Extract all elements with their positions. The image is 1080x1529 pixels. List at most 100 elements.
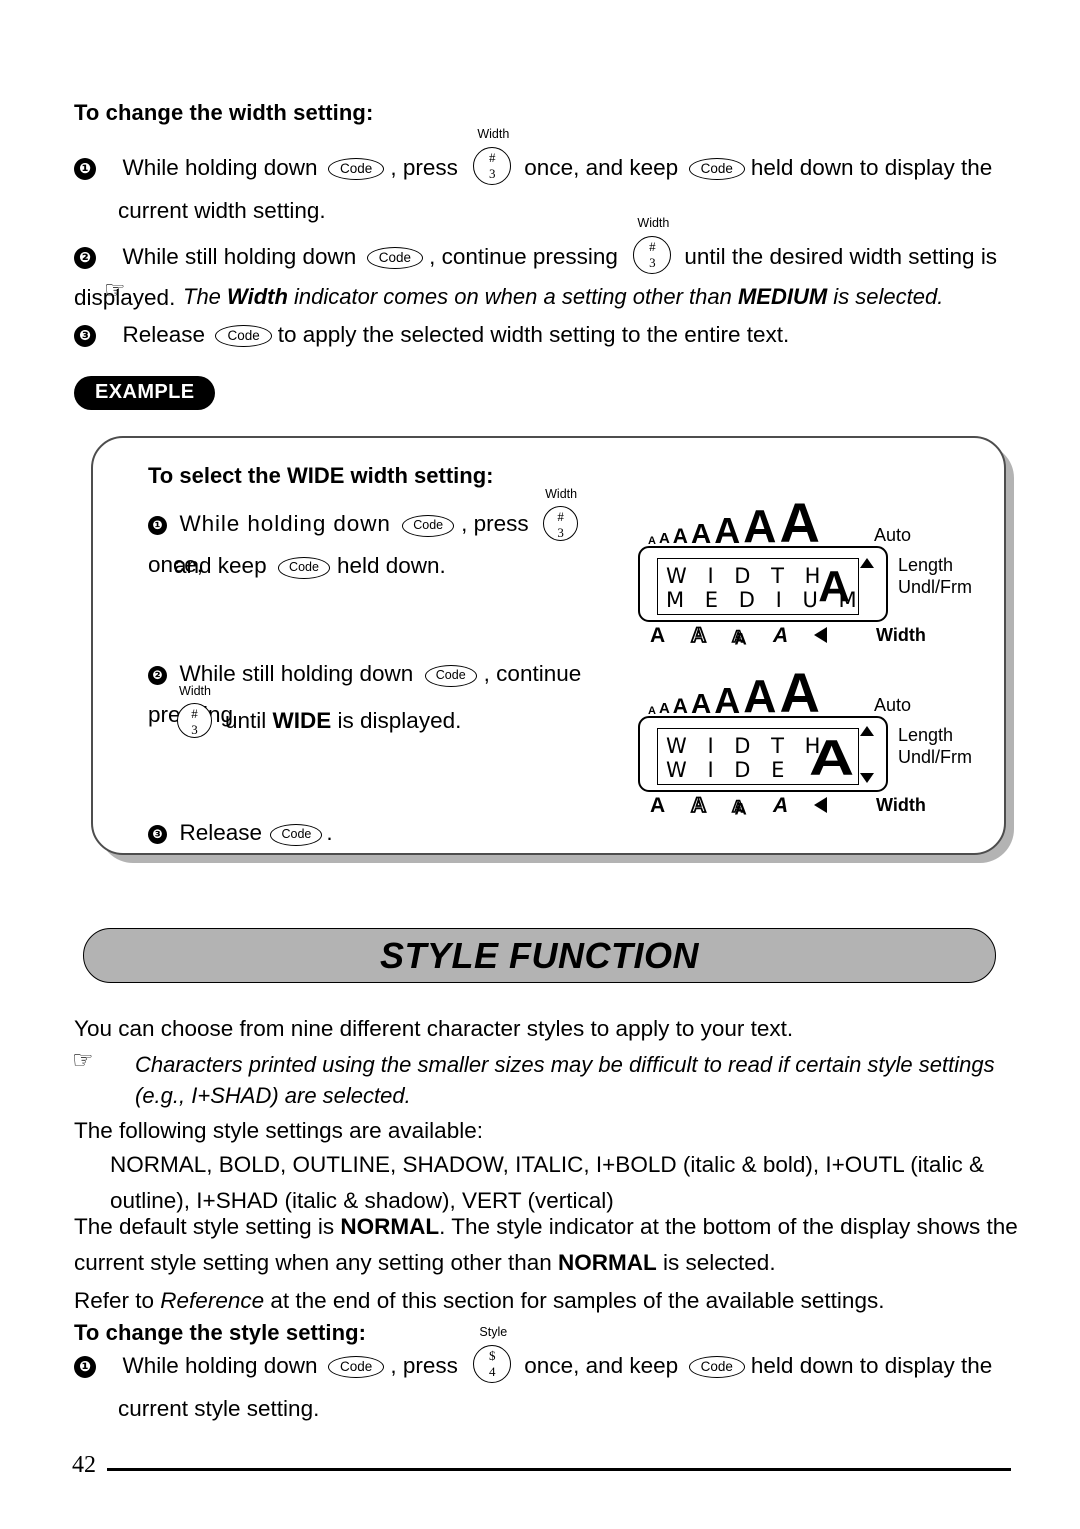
code-key[interactable]: Code [402,515,455,537]
step-text-part: until [225,708,273,733]
size-mark: A [658,700,670,718]
manual-page: To change the width setting: ❶ While hol… [0,0,1080,1529]
auto-label: Auto [874,525,912,545]
width-step-1-cont: current width setting. [118,198,326,223]
style-key-label: Style [479,1325,508,1339]
width-key-face: # 3 [473,147,512,185]
code-key[interactable]: Code [366,247,424,269]
width-key-label: Width [179,684,211,698]
length-label: Length [898,725,954,745]
text-part: Refer to [74,1288,161,1313]
key-glyph-top: $ [489,1348,496,1363]
lcd-preview-char: A [818,562,850,611]
step-text-part: to apply the selected width setting to t… [277,322,790,347]
key-glyph-top: # [557,509,564,524]
length-label: Length [898,555,954,575]
width-key-face: # 3 [543,506,579,541]
step-text-part: , press [390,1353,458,1378]
text-bold: NORMAL [558,1250,657,1275]
scroll-up-arrow-icon [860,726,874,736]
style-mark-outline: A [690,623,707,648]
scroll-down-arrow-icon [860,773,874,783]
width-key[interactable]: Width # 3 [630,217,676,276]
code-key[interactable]: Code [278,557,330,579]
style-key-face: $ 4 [473,1345,512,1383]
style-intro: You can choose from nine different chara… [74,1016,794,1041]
note-part: The [183,284,228,309]
step-text-part: held down to display the [750,1353,993,1378]
lcd-line-1: W I D T H [666,564,828,588]
width-key[interactable]: Width # 3 [470,128,516,187]
step-text-part: once, and keep [524,155,679,180]
step-text-part: , press [390,155,458,180]
width-key-face: # 3 [633,236,672,274]
left-triangle-icon [814,797,827,813]
note-bold: Width [227,284,288,309]
size-mark: A [672,695,688,719]
step-text-part: is displayed. [331,708,462,733]
step-number: ❸ [74,325,96,347]
width-step-1: ❶ While holding down Code, press Width #… [74,128,1024,188]
size-mark: A [714,509,741,551]
step-text-part: While holding down [179,511,391,536]
width-label: Width [876,625,926,645]
lcd-wide: A A A A A A A W I D T H W I D E A Auto L… [638,664,972,818]
step-text-part: While holding down [122,1353,318,1378]
step-text-part: , continue pressing [429,244,618,269]
size-mark: A [690,518,712,550]
code-key[interactable]: Code [424,665,477,687]
example-heading: To select the WIDE width setting: [148,463,494,488]
code-key[interactable]: Code [215,325,272,347]
available-lead: The following style settings are availab… [74,1118,483,1143]
code-key[interactable]: Code [688,158,745,180]
code-key[interactable]: Code [328,158,385,180]
page-number: 42 [72,1452,96,1478]
text-part: is selected. [656,1250,776,1275]
key-glyph-bottom: 4 [489,1364,496,1379]
style-key[interactable]: Style $ 4 [470,1326,516,1385]
lcd-medium: A A A A A A A W I D T H M E D I U M A Au… [638,494,972,648]
key-glyph-top: # [649,239,656,254]
step-text-part: held down. [336,553,446,578]
width-key[interactable]: Width # 3 [540,488,582,542]
step-text-part: once, and keep [524,1353,679,1378]
pointing-hand-icon: ☞ [104,276,126,304]
lcd-line-2: W I D E [666,758,792,782]
style-mark-arrow [814,794,855,818]
banner-title: STYLE FUNCTION [380,934,699,976]
code-key[interactable]: Code [328,1356,385,1378]
default-style-text: The default style setting is NORMAL. The… [74,1209,1024,1281]
key-glyph-top: # [489,150,496,165]
width-label: Width [876,795,926,815]
lcd-preview-char: A [808,730,854,785]
text-part: at the end of this section for samples o… [264,1288,885,1313]
step-number: ❶ [74,1356,96,1378]
size-mark: A [714,679,741,721]
style-indicator-row: A A A A [650,793,855,818]
example-step-1-cont: and keep Code held down. [174,545,446,586]
size-mark: A [648,534,656,547]
width-key-label: Width [637,216,670,230]
example-step-2-cont: Width # 3 until WIDE is displayed. [174,685,462,741]
step-text-part: . [326,820,333,845]
size-mark: A [658,530,670,548]
note-line-1: Characters printed using the smaller siz… [135,1052,995,1077]
step-number: ❶ [74,158,96,180]
key-glyph-top: # [191,706,198,721]
text-italic: Reference [160,1288,265,1313]
step-text-part: While holding down [122,155,318,180]
scroll-up-arrow-icon [860,558,874,568]
step-text-part: held down to display the [750,155,993,180]
style-mark-bold: A [650,624,666,647]
note-bold: MEDIUM [737,284,828,309]
width-key[interactable]: Width # 3 [174,685,216,739]
style-step-1-cont: current style setting. [118,1396,320,1421]
code-key[interactable]: Code [688,1356,745,1378]
code-key[interactable]: Code [270,824,323,846]
step-number: ❶ [148,516,167,535]
step-number: ❷ [74,247,96,269]
size-mark: A [648,704,656,717]
width-section-heading: To change the width setting: [74,100,374,125]
step-text-part: and keep [174,553,267,578]
style-step-1: ❶ While holding down Code, press Style $… [74,1326,1034,1386]
